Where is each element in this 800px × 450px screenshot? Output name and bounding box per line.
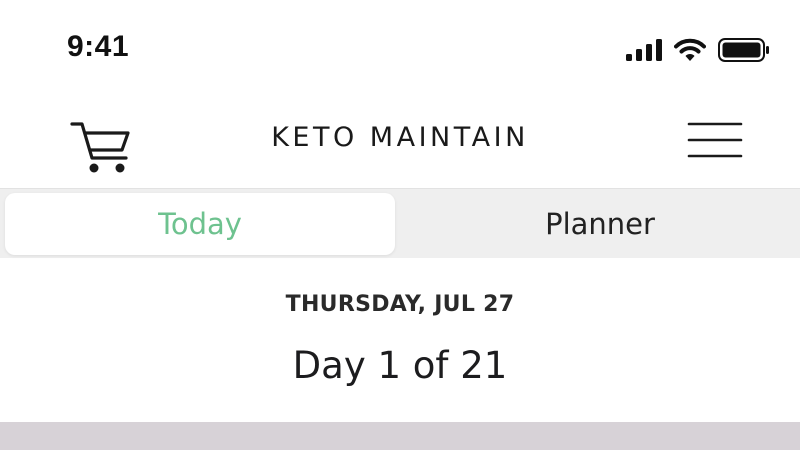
day-progress-label: Day 1 of 21 — [292, 344, 508, 387]
status-bar: 9:41 — [0, 0, 800, 100]
date-label: THURSDAY, JUL 27 — [285, 292, 515, 317]
cellular-signal-icon — [626, 39, 662, 61]
app-title: KETO MAINTAIN — [271, 122, 529, 153]
tab-today[interactable]: Today — [5, 193, 395, 255]
hamburger-menu-icon — [686, 122, 744, 166]
app-screen: 9:41 KETO MAINTAIN Today Planner THURSDA… — [0, 0, 800, 450]
segmented-control: Today Planner — [0, 188, 800, 258]
menu-button[interactable] — [686, 120, 744, 162]
cart-icon — [70, 122, 134, 180]
status-icons — [626, 36, 770, 64]
tab-planner[interactable]: Planner — [400, 193, 800, 255]
wifi-icon — [674, 38, 706, 62]
content-card-top — [0, 422, 800, 450]
battery-icon — [718, 38, 770, 62]
status-time: 9:41 — [67, 30, 130, 63]
nav-header: KETO MAINTAIN — [0, 100, 800, 188]
